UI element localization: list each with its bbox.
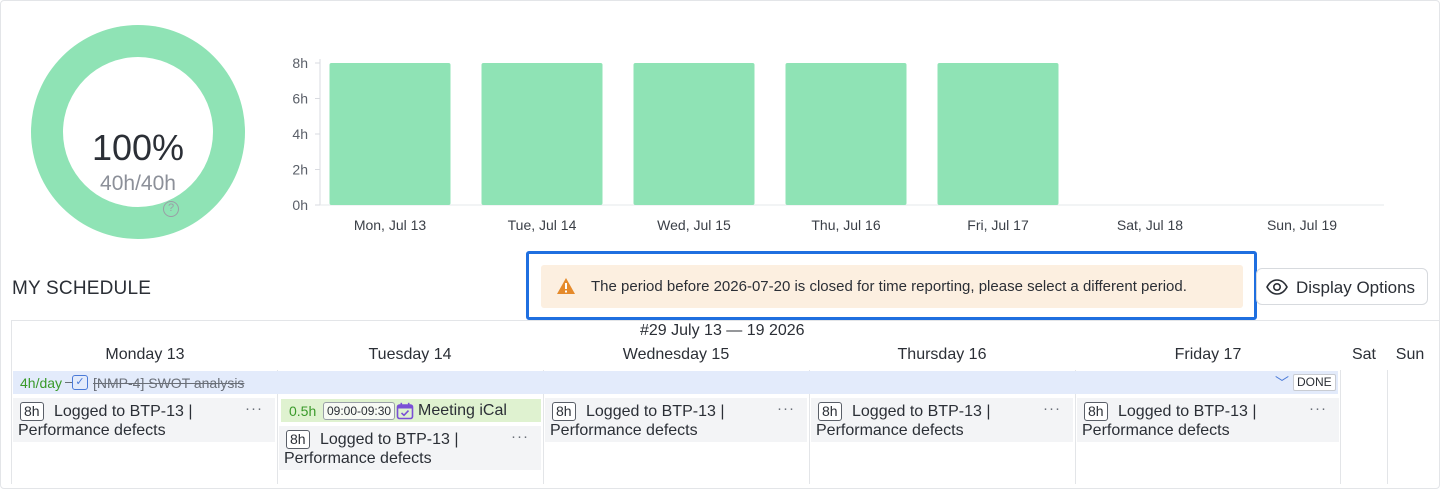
day-header-sunday: Sun — [1395, 346, 1425, 363]
x-tick-label: Mon, Jul 13 — [354, 217, 427, 233]
y-tick-label: 4h — [292, 126, 308, 142]
time-entry-thursday[interactable]: 8h Logged to BTP-13 | Performance defect… — [811, 398, 1073, 442]
more-options-icon[interactable]: ··· — [1043, 400, 1061, 417]
more-options-icon[interactable]: ··· — [1309, 400, 1327, 417]
entry-issue: Logged to BTP-13 | — [320, 431, 459, 448]
y-tick-label: 2h — [292, 162, 308, 178]
entry-issue: Logged to BTP-13 | — [54, 403, 193, 420]
bar — [481, 63, 603, 205]
time-entry-friday[interactable]: 8h Logged to BTP-13 | Performance defect… — [1077, 398, 1339, 442]
x-tick-label: Wed, Jul 15 — [657, 217, 731, 233]
entry-issue: Logged to BTP-13 | — [586, 403, 725, 420]
time-entry-wednesday[interactable]: 8h Logged to BTP-13 | Performance defect… — [545, 398, 807, 442]
meeting-time: 09:00-09:30 — [323, 402, 396, 420]
utilization-donut: 100% 40h/40h ? — [31, 25, 245, 239]
utilization-hours: 40h/40h — [100, 172, 176, 195]
day-divider — [1340, 370, 1341, 484]
daily-hours-chart: 0h 2h 4h 6h 8h Mon, Jul 13 Tue, Jul 14 Wed, Jul… — [280, 50, 1390, 240]
entry-hours-badge: 8h — [20, 402, 44, 421]
entry-issue: Logged to BTP-13 | — [1118, 403, 1257, 420]
entry-description: Performance defects — [284, 450, 432, 467]
entry-issue: Logged to BTP-13 | — [852, 403, 991, 420]
entry-hours-badge: 8h — [552, 402, 576, 421]
bar — [329, 63, 451, 205]
x-tick-label: Sun, Jul 19 — [1267, 217, 1337, 233]
bar — [785, 63, 907, 205]
y-tick-label: 0h — [292, 197, 308, 213]
chevron-down-icon[interactable]: ﹀ — [1275, 373, 1289, 393]
task-name[interactable]: [NMP-4] SWOT analysis — [93, 375, 244, 391]
more-options-icon[interactable]: ··· — [777, 400, 795, 417]
entry-hours-badge: 8h — [286, 430, 310, 449]
checkbox-icon: ✓ — [72, 375, 88, 390]
status-badge: DONE — [1293, 374, 1336, 391]
x-tick-label: Sat, Jul 18 — [1117, 217, 1183, 233]
more-options-icon[interactable]: ··· — [245, 400, 263, 417]
meeting-label: Meeting iCal — [418, 402, 507, 419]
display-options-label: Display Options — [1296, 278, 1416, 297]
day-header-saturday: Sat — [1351, 346, 1376, 363]
utilization-percent: 100% — [91, 127, 185, 168]
daily-hours-chart-svg: 0h 2h 4h 6h 8h Mon, Jul 13 Tue, Jul 14 Wed, Jul… — [292, 55, 1384, 233]
week-label: #29 July 13 — 19 2026 — [640, 322, 805, 339]
question-circle-icon[interactable]: ? — [163, 201, 179, 217]
entry-description: Performance defects — [816, 422, 964, 439]
entry-hours-badge: 8h — [818, 402, 842, 421]
schedule-title: MY SCHEDULE — [12, 278, 152, 299]
meeting-entry[interactable]: 0.5h 09:00-09:30 Meeting iCal — [281, 399, 541, 422]
x-tick-label: Thu, Jul 16 — [811, 217, 880, 233]
entry-description: Performance defects — [1082, 422, 1230, 439]
day-divider — [1387, 370, 1388, 484]
day-header-wednesday: Wednesday 15 — [622, 346, 730, 363]
x-tick-label: Fri, Jul 17 — [967, 217, 1029, 233]
entry-description: Performance defects — [18, 422, 166, 439]
bar — [937, 63, 1059, 205]
y-tick-label: 8h — [292, 55, 308, 71]
warning-icon — [556, 277, 576, 300]
task-bar-swot[interactable]: 4h/day ✓ [NMP-4] SWOT analysis ﹀ DONE — [13, 371, 1338, 394]
entry-description: Performance defects — [550, 422, 698, 439]
entry-hours-badge: 8h — [1084, 402, 1108, 421]
time-entry-tuesday[interactable]: 8h Logged to BTP-13 | Performance defect… — [279, 426, 541, 470]
y-tick-label: 6h — [292, 91, 308, 107]
more-options-icon[interactable]: ··· — [511, 428, 529, 445]
bar — [633, 63, 755, 205]
time-entry-monday[interactable]: 8h Logged to BTP-13 | Performance defect… — [13, 398, 275, 442]
period-closed-alert: The period before 2026-07-20 is closed f… — [541, 265, 1243, 308]
day-header-thursday: Thursday 16 — [897, 346, 987, 363]
display-options-button[interactable]: Display Options — [1256, 268, 1428, 305]
x-tick-label: Tue, Jul 14 — [508, 217, 577, 233]
eye-icon — [1266, 278, 1288, 301]
alert-message: The period before 2026-07-20 is closed f… — [591, 278, 1187, 295]
day-header-monday: Monday 13 — [105, 346, 185, 363]
meeting-hours: 0.5h — [289, 403, 317, 419]
donut-center: 100% 40h/40h ? — [63, 57, 213, 217]
task-rate: 4h/day — [20, 375, 63, 391]
day-header-tuesday: Tuesday 14 — [368, 346, 452, 363]
calendar-check-icon — [396, 402, 414, 425]
day-header-friday: Friday 17 — [1174, 346, 1242, 363]
